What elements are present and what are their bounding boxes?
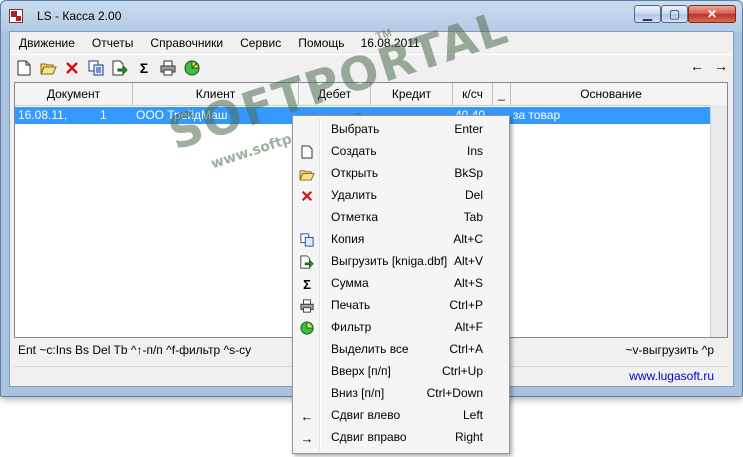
scroll-left-button[interactable]: ← xyxy=(690,58,704,74)
cm-item-open[interactable]: Открыть BkSp xyxy=(295,163,507,185)
cm-item-print[interactable]: Печать Ctrl+P xyxy=(295,295,507,317)
grid-header: Документ Клиент Дебет Кредит к/сч _ Осно… xyxy=(15,83,727,106)
col-kredit[interactable]: Кредит xyxy=(371,83,453,105)
menu-servis[interactable]: Сервис xyxy=(231,32,289,54)
filter-icon xyxy=(184,60,200,76)
filter-button[interactable] xyxy=(182,58,202,78)
cell-date: 16.08.11, xyxy=(18,108,68,122)
copy-button[interactable] xyxy=(86,58,106,78)
new-button[interactable] xyxy=(14,58,34,78)
cm-item-mark[interactable]: Отметка Tab xyxy=(295,207,507,229)
new-doc-icon xyxy=(17,60,31,76)
cm-item-delete[interactable]: Удалить Del xyxy=(295,185,507,207)
open-folder-icon xyxy=(39,63,57,75)
copy-icon xyxy=(299,232,315,248)
window-title: LS - Касса 2.00 xyxy=(37,9,122,23)
export-icon xyxy=(299,254,315,270)
menu-dvizhenie[interactable]: Движение xyxy=(10,32,83,54)
sigma-icon: Σ xyxy=(303,276,311,292)
cm-item-select-all[interactable]: Выделить все Ctrl+A xyxy=(295,339,507,361)
close-icon: ✕ xyxy=(706,7,718,21)
col-ksch[interactable]: к/сч xyxy=(453,83,493,105)
scroll-right-button[interactable]: → xyxy=(714,58,728,74)
minimize-button[interactable]: ▁ xyxy=(634,5,661,23)
cm-item-move-up[interactable]: Вверх [п/п] Ctrl+Up xyxy=(295,361,507,383)
printer-icon xyxy=(299,298,315,314)
col-dokument[interactable]: Документ xyxy=(15,83,133,105)
cm-item-create[interactable]: Создать Ins xyxy=(295,141,507,163)
menu-bar: Движение Отчеты Справочники Сервис Помощ… xyxy=(10,32,733,54)
col-flag[interactable]: _ xyxy=(493,83,511,105)
col-klient[interactable]: Клиент xyxy=(133,83,299,105)
toolbar: Σ ← → xyxy=(10,54,733,81)
cm-item-export[interactable]: Выгрузить [kniga.dbf] Alt+V xyxy=(295,251,507,273)
app-icon[interactable] xyxy=(9,9,23,23)
status-hotkeys-left: Ent ~c:Ins Bs Del Tb ^↑-п/п ^f-фильтр ^s… xyxy=(18,343,252,357)
copy-icon xyxy=(88,60,104,76)
sigma-icon: Σ xyxy=(139,60,149,76)
sum-button[interactable]: Σ xyxy=(134,58,154,78)
cm-item-filter[interactable]: Фильтр Alt+F xyxy=(295,317,507,339)
cm-item-shift-left[interactable]: ← Сдвиг влево Left xyxy=(295,405,507,427)
cm-item-copy[interactable]: Копия Alt+C xyxy=(295,229,507,251)
minimize-icon: ▁ xyxy=(642,7,653,21)
open-folder-icon xyxy=(299,166,315,182)
col-debet[interactable]: Дебет xyxy=(299,83,371,105)
print-button[interactable] xyxy=(158,58,178,78)
cm-item-move-down[interactable]: Вниз [п/п] Ctrl+Down xyxy=(295,383,507,405)
website-link[interactable]: www.lugasoft.ru xyxy=(629,367,714,385)
vertical-scrollbar[interactable] xyxy=(710,105,727,337)
title-bar[interactable]: LS - Касса 2.00 ▁ ▢ ✕ xyxy=(1,1,742,31)
printer-icon xyxy=(160,60,176,76)
cell-client: ООО ТрейдМаш xyxy=(136,108,228,122)
context-menu: Выбрать Enter Создать Ins Открыть BkSp У… xyxy=(292,115,510,454)
filter-icon xyxy=(299,320,315,336)
cm-item-select[interactable]: Выбрать Enter xyxy=(295,119,507,141)
menu-otchety[interactable]: Отчеты xyxy=(83,32,141,54)
menu-pomosch[interactable]: Помощь xyxy=(289,32,352,54)
maximize-button[interactable]: ▢ xyxy=(661,5,688,23)
cm-item-sum[interactable]: Σ Сумма Alt+S xyxy=(295,273,507,295)
arrow-right-icon: → xyxy=(300,430,314,446)
delete-button[interactable] xyxy=(62,58,82,78)
delete-x-icon xyxy=(299,188,315,204)
cell-basis: за товар xyxy=(513,108,561,122)
maximize-icon: ▢ xyxy=(668,7,681,21)
new-doc-icon xyxy=(299,144,315,160)
close-button[interactable]: ✕ xyxy=(688,5,736,23)
cm-item-shift-right[interactable]: → Сдвиг вправо Right xyxy=(295,427,507,449)
delete-x-icon xyxy=(66,62,78,74)
cell-number: 1 xyxy=(100,108,107,122)
status-hotkeys-right: ~v-выгрузить ^p xyxy=(625,343,714,357)
col-osnovanie[interactable]: Основание xyxy=(511,83,711,105)
current-date: 16.08.2011 xyxy=(360,36,420,50)
arrow-left-icon: ← xyxy=(300,408,314,424)
open-button[interactable] xyxy=(38,58,58,78)
export-button[interactable] xyxy=(110,58,130,78)
menu-spravochniki[interactable]: Справочники xyxy=(141,32,231,54)
export-icon xyxy=(112,60,128,76)
